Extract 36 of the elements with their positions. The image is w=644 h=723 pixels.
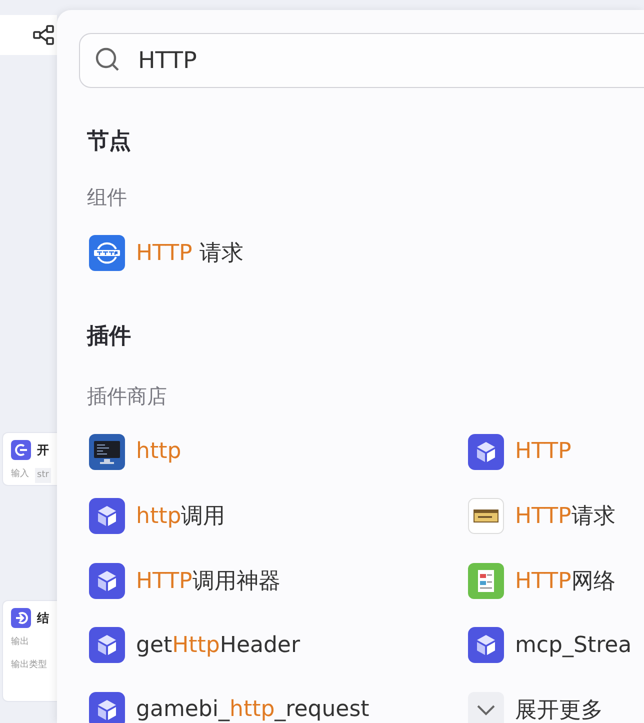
result-item[interactable]: mcp_Strea	[468, 613, 644, 678]
cube-icon	[468, 434, 504, 470]
node-card[interactable]: 结 输出 输出类型	[2, 600, 57, 702]
result-item[interactable]: HTTP网络	[468, 548, 644, 613]
group-heading: 组件	[87, 184, 128, 211]
node-field: 输出	[11, 636, 29, 649]
section-heading: 节点	[87, 128, 132, 156]
result-item[interactable]: http调用	[89, 484, 468, 548]
result-item[interactable]: getHttpHeader	[89, 613, 468, 678]
node-title: 开	[37, 442, 49, 458]
cube-icon	[468, 627, 504, 664]
chevron-down-icon	[468, 692, 504, 723]
result-item[interactable]: HTTP 请求	[89, 221, 644, 286]
monitor-icon	[89, 434, 125, 470]
result-item[interactable]: HTTP调用神器	[89, 548, 468, 613]
cube-icon	[89, 498, 125, 534]
browser-tab-icon	[468, 498, 504, 534]
document-icon	[468, 562, 504, 599]
login-icon	[11, 440, 31, 460]
cube-icon	[89, 562, 125, 599]
group-heading: 插件商店	[87, 382, 168, 410]
result-item[interactable]: 展开更多	[468, 678, 644, 723]
type-tag: str	[35, 468, 51, 483]
node-card[interactable]: 开 输入 str	[2, 432, 57, 486]
logout-icon	[11, 608, 31, 628]
node-graph-icon[interactable]	[33, 25, 55, 45]
node-field: 输出类型	[11, 659, 47, 672]
result-item[interactable]: gamebi_http_request	[89, 678, 468, 723]
node-title: 结	[37, 610, 49, 626]
section-heading: 插件	[87, 322, 132, 350]
node-field: 输入	[11, 468, 29, 481]
http-globe-icon	[89, 235, 125, 272]
result-item[interactable]: HTTP请求	[468, 484, 644, 548]
search-field[interactable]: HTTP	[79, 33, 644, 88]
cube-icon	[89, 627, 125, 664]
search-icon	[95, 47, 121, 73]
